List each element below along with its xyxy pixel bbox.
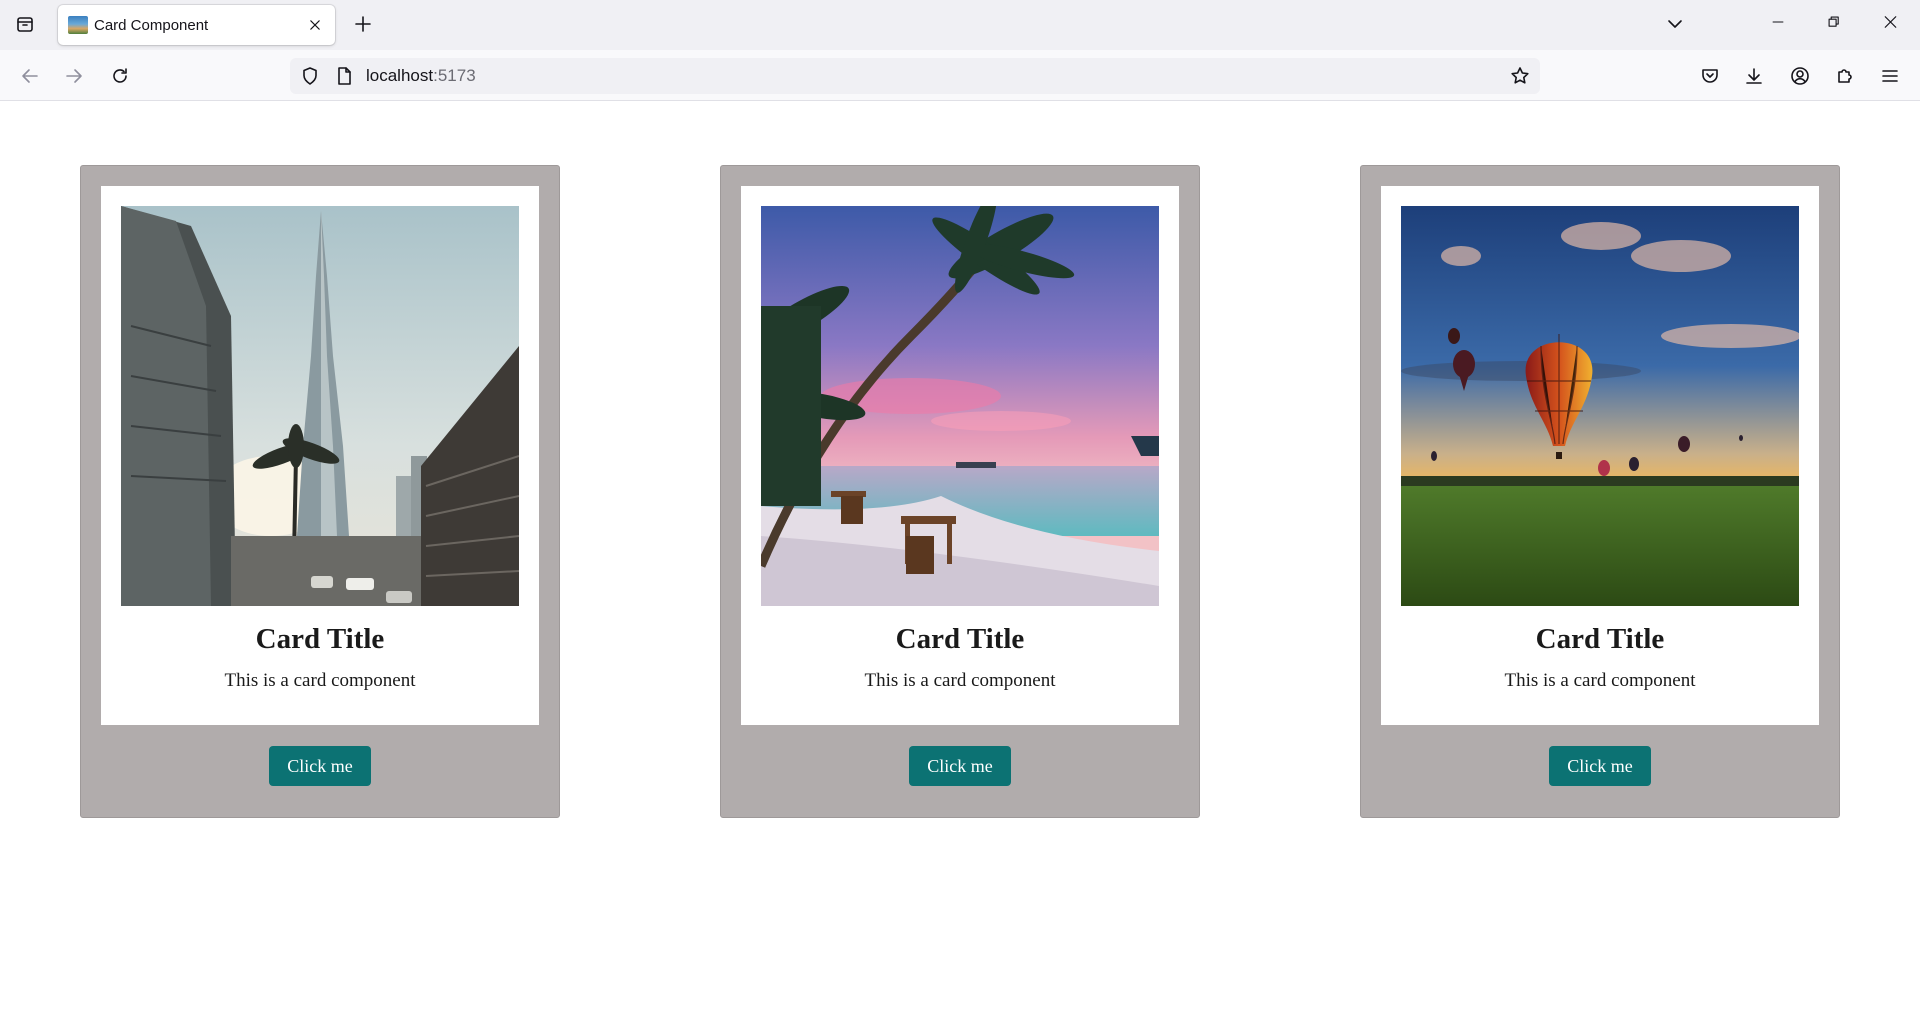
card-text: This is a card component — [224, 670, 416, 691]
navigation-toolbar: localhost:5173 — [0, 50, 1920, 101]
account-button[interactable] — [1784, 60, 1816, 92]
url-port: :5173 — [433, 66, 476, 85]
extensions-button[interactable] — [1829, 60, 1861, 92]
restore-icon — [1828, 16, 1839, 27]
app-menu-button[interactable] — [1874, 60, 1906, 92]
tab-strip: Card Component — [0, 0, 1920, 50]
card-text: This is a card component — [1504, 670, 1696, 691]
click-me-button[interactable]: Click me — [909, 746, 1011, 786]
card-body: Card Title This is a card component — [741, 186, 1179, 725]
card-image-city-skyscraper — [121, 206, 519, 606]
plus-icon — [355, 16, 371, 32]
reload-icon — [113, 68, 127, 83]
tab-card-component[interactable]: Card Component — [58, 5, 335, 45]
tab-title: Card Component — [94, 16, 209, 34]
page-content: Card Title This is a card component Clic… — [0, 101, 1920, 1021]
window-close-button[interactable] — [1862, 0, 1918, 44]
url-host: localhost — [366, 66, 434, 85]
card-title: Card Title — [895, 623, 1025, 655]
card-title: Card Title — [1535, 623, 1665, 655]
card-body: Card Title This is a card component — [101, 186, 539, 725]
arrow-left-icon — [22, 69, 38, 83]
click-me-button[interactable]: Click me — [269, 746, 371, 786]
shield-icon[interactable] — [298, 64, 322, 88]
tab-list-icon[interactable] — [10, 10, 40, 38]
new-tab-button[interactable] — [348, 10, 378, 38]
hamburger-menu-icon — [1882, 70, 1898, 82]
arrow-right-icon — [66, 69, 82, 83]
card: Card Title This is a card component Clic… — [1360, 165, 1840, 818]
card: Card Title This is a card component Clic… — [80, 165, 560, 818]
star-icon[interactable] — [1508, 64, 1532, 88]
list-all-tabs-button[interactable] — [1660, 10, 1690, 38]
click-me-button[interactable]: Click me — [1549, 746, 1651, 786]
reload-button[interactable] — [104, 60, 136, 92]
card-text: This is a card component — [864, 670, 1056, 691]
favicon-icon — [68, 16, 88, 34]
card-title: Card Title — [255, 623, 385, 655]
close-icon[interactable] — [305, 15, 325, 35]
card-image-beach-sunset — [761, 206, 1159, 606]
restore-button[interactable] — [1806, 0, 1862, 44]
account-icon — [1791, 67, 1809, 85]
minimize-button[interactable] — [1750, 0, 1806, 44]
download-icon — [1746, 68, 1762, 84]
url-text[interactable]: localhost:5173 — [366, 66, 476, 86]
minimize-icon — [1772, 21, 1784, 23]
card-image-hot-air-balloons — [1401, 206, 1799, 606]
close-icon — [1884, 16, 1896, 28]
address-bar[interactable]: localhost:5173 — [290, 58, 1540, 94]
chevron-down-icon — [1668, 20, 1682, 28]
forward-button[interactable] — [58, 60, 90, 92]
pocket-icon — [1702, 69, 1718, 83]
card: Card Title This is a card component Clic… — [720, 165, 1200, 818]
downloads-button[interactable] — [1738, 60, 1770, 92]
back-button[interactable] — [14, 60, 46, 92]
page-icon[interactable] — [332, 64, 356, 88]
card-body: Card Title This is a card component — [1381, 186, 1819, 725]
puzzle-icon — [1838, 69, 1852, 83]
pocket-button[interactable] — [1694, 60, 1726, 92]
